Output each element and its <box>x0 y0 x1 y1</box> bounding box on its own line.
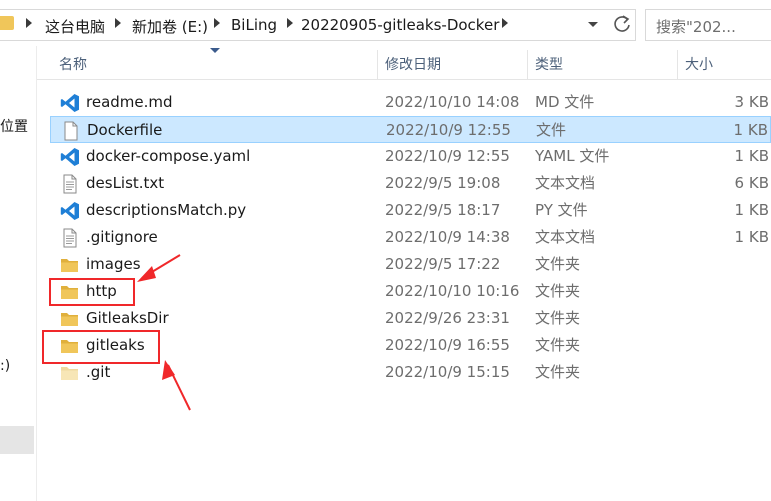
file-type: 文件夹 <box>535 282 581 300</box>
file-size: 6 KB <box>734 174 769 192</box>
breadcrumb-this-pc[interactable]: 这台电脑 <box>45 16 105 37</box>
file-modified-date: 2022/10/10 14:08 <box>385 93 520 111</box>
file-row[interactable]: desList.txt 2022/9/5 19:08 文本文档 6 KB <box>50 170 771 197</box>
folder-light-icon <box>60 363 80 382</box>
file-name: GitleaksDir <box>86 309 169 327</box>
chevron-down-icon[interactable] <box>588 22 598 27</box>
nav-item-label[interactable]: 位置 <box>0 116 28 136</box>
file-type: MD 文件 <box>535 93 595 111</box>
file-row[interactable]: .gitignore 2022/10/9 14:38 文本文档 1 KB <box>50 224 771 251</box>
annotation-box-gitleaks <box>42 330 160 364</box>
chevron-right-icon[interactable] <box>26 18 32 28</box>
file-row[interactable]: images 2022/9/5 17:22 文件夹 <box>50 251 771 278</box>
text-file-icon <box>60 228 80 248</box>
annotation-box-http <box>49 278 135 306</box>
file-modified-date: 2022/10/9 15:15 <box>385 363 510 381</box>
file-name: desList.txt <box>86 174 165 192</box>
breadcrumb-drive[interactable]: 新加卷 (E:) <box>132 16 208 37</box>
pane-divider[interactable] <box>36 46 37 501</box>
file-type: 文本文档 <box>535 228 596 246</box>
file-modified-date: 2022/9/5 17:22 <box>385 255 501 273</box>
file-name: Dockerfile <box>87 121 163 139</box>
file-type: 文本文档 <box>535 174 596 192</box>
file-name: images <box>86 255 141 273</box>
file-type: 文件 <box>536 121 567 139</box>
file-name: .gitignore <box>86 228 158 246</box>
column-header-size[interactable]: 大小 <box>677 50 771 80</box>
search-input[interactable]: 搜索"202... <box>645 9 771 41</box>
file-modified-date: 2022/10/9 12:55 <box>386 121 511 139</box>
file-row[interactable]: docker-compose.yaml 2022/10/9 12:55 YAML 文… <box>50 143 771 170</box>
navigation-pane[interactable]: 位置 :) <box>0 46 36 501</box>
file-modified-date: 2022/10/9 14:38 <box>385 228 510 246</box>
refresh-icon[interactable] <box>612 13 632 35</box>
file-modified-date: 2022/10/9 16:55 <box>385 336 510 354</box>
breadcrumb-current[interactable]: 20220905-gitleaks-Docker <box>301 16 499 34</box>
address-bar[interactable]: 这台电脑 新加卷 (E:) BiLing 20220905-gitleaks-D… <box>0 0 636 46</box>
chevron-right-icon[interactable] <box>214 18 220 28</box>
folder-icon <box>60 309 80 328</box>
file-row[interactable]: readme.md 2022/10/10 14:08 MD 文件 3 KB <box>50 89 771 116</box>
file-type: 文件夹 <box>535 255 581 273</box>
file-type: 文件夹 <box>535 363 581 381</box>
file-size: 1 KB <box>733 121 768 139</box>
file-row[interactable]: GitleaksDir 2022/9/26 23:31 文件夹 <box>50 305 771 332</box>
vscode-icon <box>60 201 80 220</box>
file-name: readme.md <box>86 93 173 111</box>
nav-item-drive[interactable]: :) <box>0 358 10 374</box>
vscode-icon <box>60 93 80 112</box>
file-modified-date: 2022/10/10 10:16 <box>385 282 520 300</box>
file-modified-date: 2022/10/9 12:55 <box>385 147 510 165</box>
breadcrumb-biling[interactable]: BiLing <box>231 16 277 34</box>
file-row[interactable]: Dockerfile 2022/10/9 12:55 文件 1 KB <box>50 116 771 143</box>
file-type: 文件夹 <box>535 309 581 327</box>
chevron-right-icon[interactable] <box>502 18 508 28</box>
chevron-right-icon[interactable] <box>115 18 121 28</box>
file-size: 1 KB <box>734 228 769 246</box>
file-type: YAML 文件 <box>535 147 610 165</box>
vscode-icon <box>60 147 80 166</box>
file-row[interactable]: descriptionsMatch.py 2022/9/5 18:17 PY 文件 1… <box>50 197 771 224</box>
search-placeholder: 搜索"202... <box>656 18 736 36</box>
file-modified-date: 2022/9/5 18:17 <box>385 201 501 219</box>
file-modified-date: 2022/9/5 19:08 <box>385 174 501 192</box>
file-type: 文件夹 <box>535 336 581 354</box>
file-name: descriptionsMatch.py <box>86 201 247 219</box>
file-type: PY 文件 <box>535 201 588 219</box>
file-size: 1 KB <box>734 147 769 165</box>
folder-icon <box>60 255 80 274</box>
file-size: 1 KB <box>734 201 769 219</box>
file-name: docker-compose.yaml <box>86 147 251 165</box>
column-header-row: 名称 修改日期 类型 大小 <box>37 50 771 80</box>
folder-icon <box>0 16 14 30</box>
nav-item-selected[interactable] <box>0 426 34 454</box>
column-header-name[interactable]: 名称 <box>51 50 381 80</box>
blank-file-icon <box>61 121 81 141</box>
column-header-date[interactable]: 修改日期 <box>377 50 527 80</box>
file-modified-date: 2022/9/26 23:31 <box>385 309 510 327</box>
chevron-right-icon[interactable] <box>287 18 293 28</box>
file-size: 3 KB <box>734 93 769 111</box>
file-row[interactable]: http 2022/10/10 10:16 文件夹 <box>50 278 771 305</box>
text-file-icon <box>60 174 80 194</box>
column-header-type[interactable]: 类型 <box>527 50 677 80</box>
